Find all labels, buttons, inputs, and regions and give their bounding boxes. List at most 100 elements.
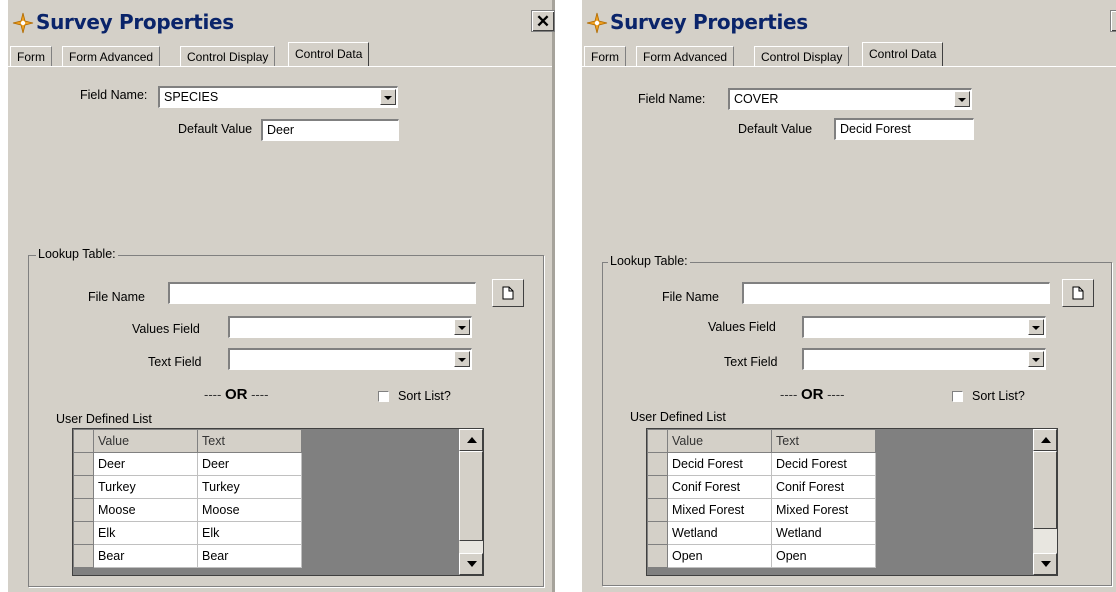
table-row[interactable]: Elk Elk <box>73 521 302 545</box>
field-name-select[interactable]: SPECIES <box>158 86 398 108</box>
cell-value[interactable]: Deer <box>93 452 198 476</box>
cell-text[interactable]: Elk <box>197 521 302 545</box>
tab-control-data[interactable]: Control Data <box>288 42 370 66</box>
field-name-value: COVER <box>734 92 779 106</box>
text-field-select[interactable] <box>802 348 1046 370</box>
values-field-select[interactable] <box>228 316 472 338</box>
survey-properties-dialog-right: Survey Properties ✕ Form Form Advanced C… <box>582 0 1116 592</box>
new-document-icon <box>1072 286 1084 300</box>
sort-list-checkbox[interactable] <box>378 391 389 402</box>
tab-form[interactable]: Form <box>10 46 52 66</box>
column-header-text[interactable]: Text <box>197 429 302 453</box>
table-row[interactable]: Moose Moose <box>73 498 302 522</box>
row-header-corner <box>647 429 668 453</box>
chevron-down-icon[interactable] <box>954 91 970 107</box>
user-defined-list-grid[interactable]: Value Text Deer Deer Turkey Turkey Moose… <box>72 428 484 576</box>
tab-control-display[interactable]: Control Display <box>754 46 850 66</box>
scroll-up-button[interactable] <box>459 429 483 451</box>
vertical-scrollbar[interactable] <box>459 429 483 575</box>
cell-value[interactable]: Conif Forest <box>667 475 772 499</box>
chevron-down-icon[interactable] <box>1028 351 1044 367</box>
table-row[interactable]: Turkey Turkey <box>73 475 302 499</box>
tab-form[interactable]: Form <box>584 46 626 66</box>
scroll-thumb[interactable] <box>1033 451 1057 529</box>
user-defined-list-grid[interactable]: Value Text Decid Forest Decid Forest Con… <box>646 428 1058 576</box>
chevron-down-icon[interactable] <box>454 319 470 335</box>
default-value-input[interactable]: Decid Forest <box>834 118 974 140</box>
cell-value[interactable]: Bear <box>93 544 198 568</box>
values-field-label: Values Field <box>708 320 776 334</box>
cell-value[interactable]: Decid Forest <box>667 452 772 476</box>
cell-value[interactable]: Moose <box>93 498 198 522</box>
user-defined-list-label: User Defined List <box>630 410 726 424</box>
cell-value[interactable]: Turkey <box>93 475 198 499</box>
cell-text[interactable]: Moose <box>197 498 302 522</box>
vertical-scrollbar[interactable] <box>1033 429 1057 575</box>
tab-form-advanced[interactable]: Form Advanced <box>636 46 735 66</box>
tab-form-advanced[interactable]: Form Advanced <box>62 46 161 66</box>
browse-file-button[interactable] <box>1062 279 1094 307</box>
row-selector[interactable] <box>73 544 94 568</box>
file-name-input[interactable] <box>742 282 1050 304</box>
chevron-down-icon[interactable] <box>1028 319 1044 335</box>
chevron-down-icon[interactable] <box>380 89 396 105</box>
title-bar: Survey Properties ✕ <box>582 8 1116 38</box>
cell-value[interactable]: Open <box>667 544 772 568</box>
file-name-input[interactable] <box>168 282 476 304</box>
row-selector[interactable] <box>647 544 668 568</box>
or-separator: ---- OR ---- <box>780 386 844 403</box>
values-field-select[interactable] <box>802 316 1046 338</box>
column-header-text[interactable]: Text <box>771 429 876 453</box>
row-selector[interactable] <box>647 452 668 476</box>
cell-text[interactable]: Decid Forest <box>771 452 876 476</box>
browse-file-button[interactable] <box>492 279 524 307</box>
column-header-value[interactable]: Value <box>93 429 198 453</box>
table-row[interactable]: Decid Forest Decid Forest <box>647 452 876 476</box>
cell-text[interactable]: Deer <box>197 452 302 476</box>
cell-text[interactable]: Conif Forest <box>771 475 876 499</box>
row-selector[interactable] <box>73 521 94 545</box>
row-selector[interactable] <box>647 521 668 545</box>
row-selector[interactable] <box>647 475 668 499</box>
default-value-label: Default Value <box>738 122 813 136</box>
scroll-down-button[interactable] <box>1033 553 1057 575</box>
cell-text[interactable]: Open <box>771 544 876 568</box>
tab-divider <box>582 66 1116 67</box>
sort-list-checkbox[interactable] <box>952 391 963 402</box>
or-dash-right: ---- <box>251 387 269 402</box>
text-field-select[interactable] <box>228 348 472 370</box>
table-row[interactable]: Mixed Forest Mixed Forest <box>647 498 876 522</box>
row-selector[interactable] <box>73 498 94 522</box>
scroll-thumb[interactable] <box>459 451 483 541</box>
table-row[interactable]: Deer Deer <box>73 452 302 476</box>
row-selector[interactable] <box>647 498 668 522</box>
default-value-input[interactable]: Deer <box>261 119 399 141</box>
table-row[interactable]: Wetland Wetland <box>647 521 876 545</box>
field-name-select[interactable]: COVER <box>728 88 972 110</box>
tab-control-display[interactable]: Control Display <box>180 46 276 66</box>
cell-text[interactable]: Wetland <box>771 521 876 545</box>
scroll-down-button[interactable] <box>459 553 483 575</box>
cell-value[interactable]: Elk <box>93 521 198 545</box>
close-button[interactable]: ✕ <box>1110 10 1116 32</box>
close-button[interactable]: ✕ <box>531 10 555 32</box>
table-row[interactable]: Conif Forest Conif Forest <box>647 475 876 499</box>
row-selector[interactable] <box>73 452 94 476</box>
cell-text[interactable]: Turkey <box>197 475 302 499</box>
row-selector[interactable] <box>73 475 94 499</box>
tab-divider <box>8 66 552 67</box>
chevron-down-icon[interactable] <box>454 351 470 367</box>
scroll-up-button[interactable] <box>1033 429 1057 451</box>
lookup-table-title: Lookup Table: <box>36 247 118 261</box>
column-header-value[interactable]: Value <box>667 429 772 453</box>
table-row[interactable]: Bear Bear <box>73 544 302 568</box>
cell-value[interactable]: Wetland <box>667 521 772 545</box>
field-name-value: SPECIES <box>164 90 219 104</box>
cell-text[interactable]: Bear <box>197 544 302 568</box>
tab-control-data[interactable]: Control Data <box>862 42 944 66</box>
cell-text[interactable]: Mixed Forest <box>771 498 876 522</box>
field-name-label: Field Name: <box>638 92 706 106</box>
cell-value[interactable]: Mixed Forest <box>667 498 772 522</box>
file-name-label: File Name <box>662 290 719 304</box>
table-row[interactable]: Open Open <box>647 544 876 568</box>
